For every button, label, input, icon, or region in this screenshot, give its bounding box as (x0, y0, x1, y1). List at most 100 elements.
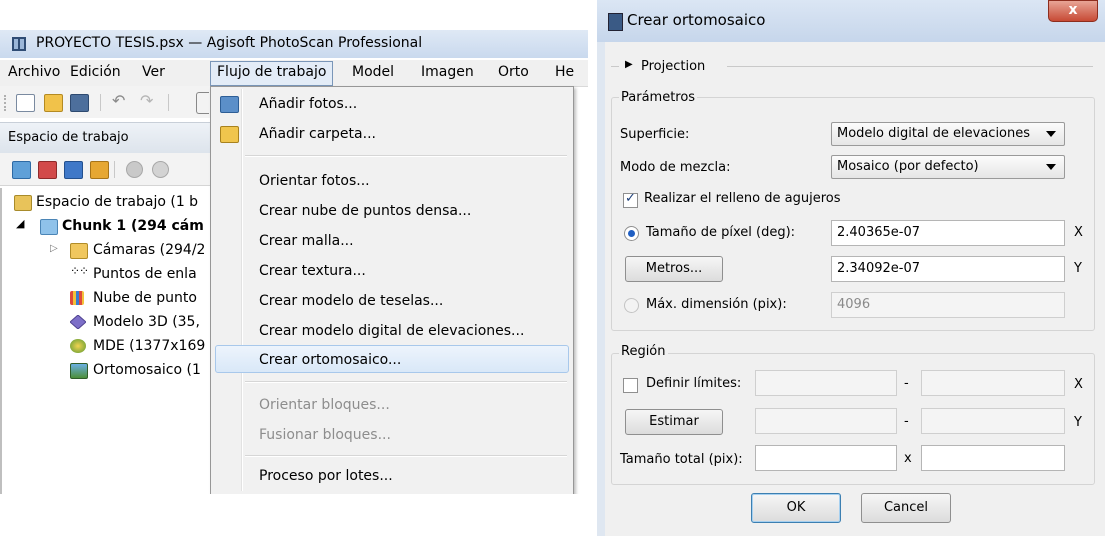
add-photos-icon[interactable] (38, 161, 57, 179)
menu-item-align-chunks: Orientar bloques... (259, 397, 390, 413)
surface-label: Superficie: (620, 127, 690, 142)
panel-border (0, 188, 2, 494)
menu-item-dense-cloud[interactable]: Crear nube de puntos densa... (259, 203, 471, 219)
add-marker-icon[interactable] (64, 161, 83, 179)
add-shape-icon[interactable] (90, 161, 109, 179)
cancel-button[interactable]: Cancel (861, 493, 951, 523)
max-dimension-radio[interactable] (624, 298, 639, 313)
new-file-icon[interactable] (16, 94, 35, 112)
bounds-y-max-input[interactable] (921, 408, 1065, 434)
tree-item-label: Nube de punto (93, 290, 197, 306)
menu-bar: Archivo Edición Ver Flujo de trabajo Mod… (0, 60, 588, 87)
menu-gutter (241, 89, 243, 491)
tree-item-label: Puntos de enla (93, 266, 197, 282)
toolbar-control[interactable] (196, 92, 209, 114)
projection-line (727, 66, 1093, 67)
total-size-height-input[interactable] (921, 445, 1065, 471)
menu-item-add-photos[interactable]: Añadir fotos... (259, 96, 357, 112)
hole-filling-label: Realizar el relleno de agujeros (644, 191, 841, 206)
estimate-button[interactable]: Estimar (625, 409, 723, 435)
define-bounds-checkbox[interactable] (623, 378, 638, 393)
expand-arrow-icon[interactable]: ▶ (625, 59, 633, 70)
pixel-size-radio[interactable] (624, 226, 639, 241)
enable-icon[interactable] (126, 161, 143, 178)
menu-archivo[interactable]: Archivo (8, 64, 60, 80)
undo-icon[interactable]: ↶ (112, 91, 125, 110)
orthomosaic-icon (70, 363, 88, 379)
collapse-arrow-icon[interactable]: ◢ (16, 217, 24, 230)
toolbar-separator (168, 94, 169, 111)
main-toolbar: ↶ ↷ (0, 86, 210, 118)
model-icon (70, 315, 86, 329)
toolbar-grip (4, 95, 8, 111)
toolbar-separator (114, 161, 115, 178)
title-bar: PROYECTO TESIS.psx — Agisoft PhotoScan P… (0, 30, 588, 58)
times-sign: x (904, 451, 912, 466)
bounds-x-min-input[interactable] (755, 370, 897, 396)
menu-item-batch-process[interactable]: Proceso por lotes... (259, 468, 393, 484)
workflow-dropdown-menu: Añadir fotos... Añadir carpeta... Orient… (210, 86, 574, 494)
total-size-width-input[interactable] (755, 445, 897, 471)
bounds-x-max-input[interactable] (921, 370, 1065, 396)
redo-icon[interactable]: ↷ (140, 91, 153, 110)
max-dimension-label: Máx. dimensión (pix): (646, 297, 787, 312)
pixel-size-y-input[interactable]: 2.34092e-07 (831, 256, 1065, 282)
app-icon (608, 13, 623, 31)
dense-cloud-icon (70, 291, 84, 305)
tree-item-label: Chunk 1 (294 cám (62, 218, 204, 234)
menu-item-align-photos[interactable]: Orientar fotos... (259, 173, 370, 189)
bounds-y-min-input[interactable] (755, 408, 897, 434)
photoscan-main-window: PROYECTO TESIS.psx — Agisoft PhotoScan P… (0, 0, 588, 494)
workspace-icon (14, 195, 32, 211)
window-title: PROYECTO TESIS.psx — Agisoft PhotoScan P… (36, 35, 423, 51)
hole-filling-checkbox[interactable] (623, 191, 638, 208)
menu-item-merge-chunks: Fusionar bloques... (259, 427, 391, 443)
workspace-panel-header: Espacio de trabajo (0, 122, 210, 154)
menu-item-build-orthomosaic[interactable]: Crear ortomosaico... (259, 352, 401, 368)
expand-arrow-icon[interactable]: ▷ (50, 243, 58, 254)
projection-toggle[interactable]: Projection (641, 59, 705, 74)
menu-separator (245, 381, 567, 383)
pixel-size-x-input[interactable]: 2.40365e-07 (831, 220, 1065, 246)
menu-edicion[interactable]: Edición (70, 64, 121, 80)
dropdown-arrow-icon (1046, 131, 1056, 137)
range-dash: - (904, 414, 909, 429)
menu-orto[interactable]: Orto (498, 64, 529, 80)
menu-item-build-texture[interactable]: Crear textura... (259, 263, 366, 279)
menu-item-add-folder[interactable]: Añadir carpeta... (259, 126, 376, 142)
dialog-title-bar: Crear ortomosaico x (597, 0, 1105, 42)
max-dimension-input[interactable]: 4096 (831, 292, 1065, 318)
workspace-toolbar (0, 153, 210, 186)
folder-icon (70, 243, 88, 259)
dialog-title: Crear ortomosaico (627, 11, 766, 29)
ok-button[interactable]: OK (751, 493, 841, 523)
menu-model[interactable]: Model (352, 64, 394, 80)
open-folder-icon[interactable] (44, 94, 63, 112)
define-bounds-label: Definir límites: (646, 376, 742, 391)
build-orthomosaic-dialog: Crear ortomosaico x ▶ Projection Parámet… (597, 0, 1105, 536)
surface-select[interactable]: Modelo digital de elevaciones (831, 122, 1065, 146)
x-axis-label: X (1074, 225, 1083, 240)
y-axis-label: Y (1074, 415, 1082, 430)
close-button[interactable]: x (1048, 0, 1098, 22)
blending-label: Modo de mezcla: (620, 160, 731, 175)
blending-select[interactable]: Mosaico (por defecto) (831, 155, 1065, 179)
workspace-tree: Espacio de trabajo (1 b ◢ Chunk 1 (294 c… (0, 188, 210, 494)
y-axis-label: Y (1074, 261, 1082, 276)
blending-value: Mosaico (por defecto) (837, 159, 979, 174)
menu-help[interactable]: He (555, 64, 574, 80)
menu-item-tiled-model[interactable]: Crear modelo de teselas... (259, 293, 443, 309)
menu-item-build-mesh[interactable]: Crear malla... (259, 233, 354, 249)
menu-ver[interactable]: Ver (142, 64, 165, 80)
menu-imagen[interactable]: Imagen (421, 64, 474, 80)
tree-item-label: MDE (1377x169 (93, 338, 206, 354)
dem-icon (70, 339, 86, 353)
save-icon[interactable] (70, 94, 89, 112)
add-chunk-icon[interactable] (12, 161, 31, 179)
menu-item-build-dem[interactable]: Crear modelo digital de elevaciones... (259, 323, 524, 339)
metres-button[interactable]: Metros... (625, 256, 723, 282)
x-axis-label: X (1074, 377, 1083, 392)
disable-icon[interactable] (152, 161, 169, 178)
menu-flujo-de-trabajo[interactable]: Flujo de trabajo (210, 61, 334, 86)
surface-value: Modelo digital de elevaciones (837, 126, 1031, 141)
